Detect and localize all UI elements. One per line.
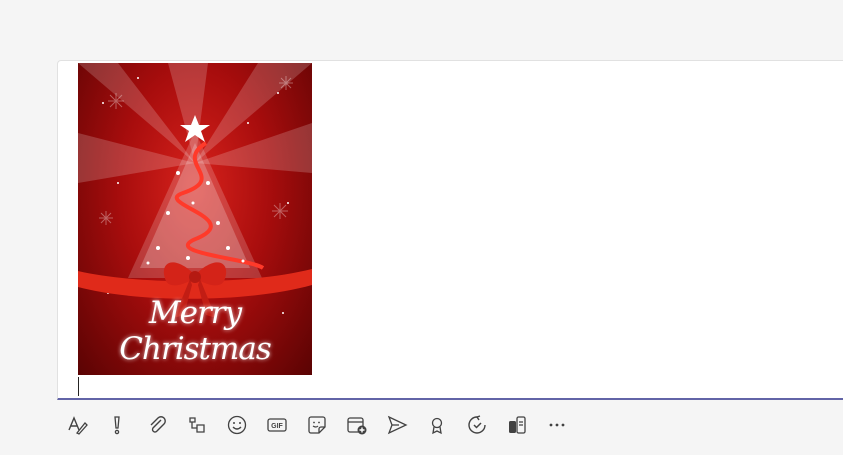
card-greeting-text: Merry Christmas [119, 295, 272, 367]
emoji-button[interactable] [217, 408, 257, 442]
gif-icon: GIF [267, 418, 287, 432]
sticker-icon [308, 416, 326, 434]
sticker-button[interactable] [297, 408, 337, 442]
compose-toolbar: GIF [57, 408, 577, 442]
updates-icon [509, 416, 526, 434]
attach-button[interactable] [137, 408, 177, 442]
emoji-icon [227, 415, 247, 435]
format-icon [68, 416, 88, 435]
more-options-icon [549, 423, 565, 427]
important-button[interactable] [97, 408, 137, 442]
message-compose-box[interactable]: Merry Christmas [57, 60, 843, 400]
schedule-meeting-button[interactable] [337, 408, 377, 442]
loop-component-icon [189, 417, 205, 433]
updates-button[interactable] [497, 408, 537, 442]
important-icon [114, 416, 120, 435]
gif-button[interactable]: GIF [257, 408, 297, 442]
praise-icon [431, 417, 443, 435]
praise-button[interactable] [417, 408, 457, 442]
christmas-card-image: Merry Christmas [78, 63, 312, 375]
approvals-icon [468, 415, 486, 434]
svg-text:GIF: GIF [271, 423, 283, 430]
schedule-meeting-icon [347, 417, 367, 435]
format-button[interactable] [57, 408, 97, 442]
approvals-button[interactable] [457, 408, 497, 442]
loop-component-button[interactable] [177, 408, 217, 442]
more-options-button[interactable] [537, 408, 577, 442]
stream-icon [387, 415, 408, 435]
text-cursor [78, 377, 79, 396]
stream-button[interactable] [377, 408, 417, 442]
attach-icon [150, 416, 166, 433]
